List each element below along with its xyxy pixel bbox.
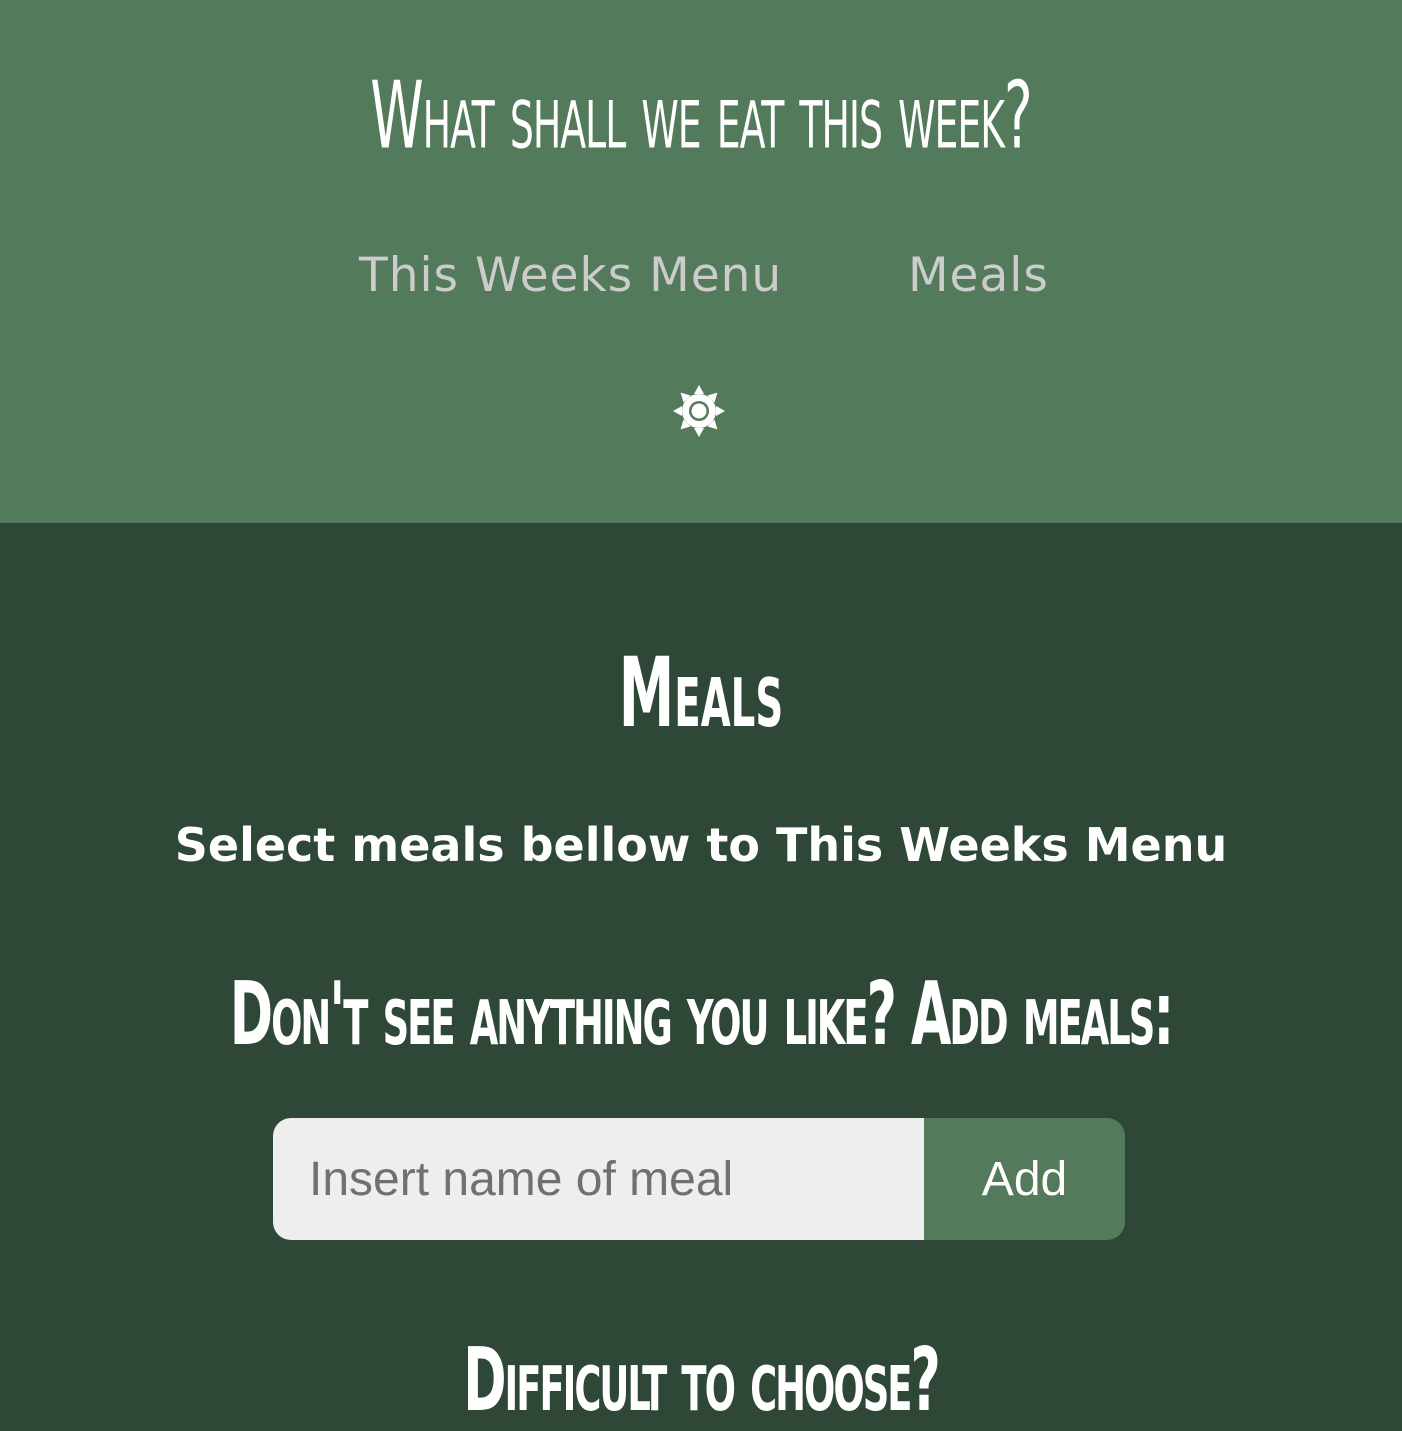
section-subtitle: Select meals bellow to This Weeks Menu bbox=[174, 818, 1228, 872]
main-content: Meals Select meals bellow to This Weeks … bbox=[0, 523, 1402, 1431]
site-title: What shall we eat this week? bbox=[370, 62, 1032, 171]
add-meal-button[interactable]: Add bbox=[924, 1118, 1125, 1240]
add-meal-form: Add bbox=[273, 1118, 1125, 1240]
nav-link-meals[interactable]: Meals bbox=[908, 248, 1049, 303]
sun-icon bbox=[673, 385, 725, 437]
site-header: What shall we eat this week? This Weeks … bbox=[0, 0, 1402, 523]
meal-name-input[interactable] bbox=[273, 1118, 924, 1240]
nav-link-this-weeks-menu[interactable]: This Weeks Menu bbox=[359, 248, 782, 303]
section-title: Meals bbox=[618, 636, 784, 750]
theme-toggle-button[interactable] bbox=[672, 384, 726, 438]
difficult-to-choose-heading: Difficult to choose? bbox=[463, 1329, 941, 1431]
add-meals-heading: Don't see anything you like? Add meals: bbox=[229, 963, 1174, 1065]
